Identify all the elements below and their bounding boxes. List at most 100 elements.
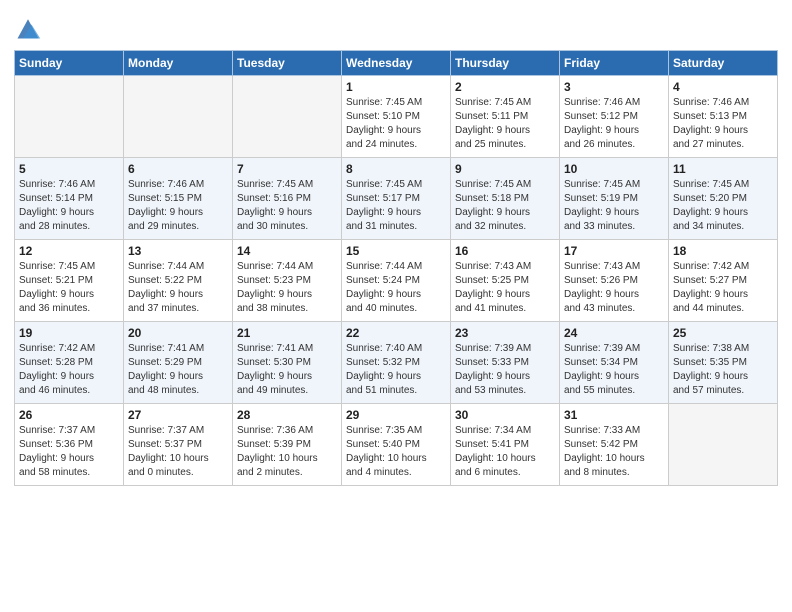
day-number: 9 <box>455 162 555 176</box>
day-info: Sunrise: 7:46 AM Sunset: 5:13 PM Dayligh… <box>673 96 773 152</box>
weekday-header-wednesday: Wednesday <box>342 51 451 76</box>
day-number: 6 <box>128 162 228 176</box>
calendar-cell: 6 Sunrise: 7:46 AM Sunset: 5:15 PM Daylig… <box>124 158 233 240</box>
calendar-cell: 30 Sunrise: 7:34 AM Sunset: 5:41 PM Dayli… <box>451 404 560 486</box>
day-number: 12 <box>19 244 119 258</box>
day-number: 16 <box>455 244 555 258</box>
day-info: Sunrise: 7:42 AM Sunset: 5:28 PM Dayligh… <box>19 342 119 398</box>
calendar-cell: 26Sunrise: 7:37 AM Sunset: 5:36 PM Dayli… <box>15 404 124 486</box>
day-info: Sunrise: 7:45 AM Sunset: 5:21 PM Dayligh… <box>19 260 119 316</box>
calendar-week-row: 19 Sunrise: 7:42 AM Sunset: 5:28 PM Dayli… <box>15 322 778 404</box>
day-info: Sunrise: 7:34 AM Sunset: 5:41 PM Dayligh… <box>455 424 555 480</box>
day-number: 30 <box>455 408 555 422</box>
day-info: Sunrise: 7:37 AM Sunset: 5:37 PM Dayligh… <box>128 424 228 480</box>
day-info: Sunrise: 7:39 AM Sunset: 5:33 PM Dayligh… <box>455 342 555 398</box>
day-info: Sunrise: 7:43 AM Sunset: 5:26 PM Dayligh… <box>564 260 664 316</box>
calendar-cell: 18 Sunrise: 7:42 AM Sunset: 5:27 PM Dayli… <box>669 240 778 322</box>
day-info: Sunrise: 7:45 AM Sunset: 5:10 PM Dayligh… <box>346 96 446 152</box>
calendar-table: SundayMondayTuesdayWednesdayThursdayFrid… <box>14 50 778 486</box>
day-number: 2 <box>455 80 555 94</box>
day-info: Sunrise: 7:45 AM Sunset: 5:20 PM Dayligh… <box>673 178 773 234</box>
day-info: Sunrise: 7:35 AM Sunset: 5:40 PM Dayligh… <box>346 424 446 480</box>
calendar-cell: 27 Sunrise: 7:37 AM Sunset: 5:37 PM Dayli… <box>124 404 233 486</box>
calendar-cell: 22Sunrise: 7:40 AM Sunset: 5:32 PM Dayli… <box>342 322 451 404</box>
logo-icon <box>14 14 42 42</box>
day-number: 13 <box>128 244 228 258</box>
day-number: 26 <box>19 408 119 422</box>
calendar-cell: 23 Sunrise: 7:39 AM Sunset: 5:33 PM Dayli… <box>451 322 560 404</box>
day-info: Sunrise: 7:38 AM Sunset: 5:35 PM Dayligh… <box>673 342 773 398</box>
calendar-cell: 15 Sunrise: 7:44 AM Sunset: 5:24 PM Dayli… <box>342 240 451 322</box>
calendar-week-row: 26Sunrise: 7:37 AM Sunset: 5:36 PM Dayli… <box>15 404 778 486</box>
day-info: Sunrise: 7:33 AM Sunset: 5:42 PM Dayligh… <box>564 424 664 480</box>
calendar-cell: 5 Sunrise: 7:46 AM Sunset: 5:14 PM Daylig… <box>15 158 124 240</box>
day-info: Sunrise: 7:39 AM Sunset: 5:34 PM Dayligh… <box>564 342 664 398</box>
day-number: 24 <box>564 326 664 340</box>
calendar-cell: 19 Sunrise: 7:42 AM Sunset: 5:28 PM Dayli… <box>15 322 124 404</box>
weekday-header-tuesday: Tuesday <box>233 51 342 76</box>
header <box>14 10 778 42</box>
calendar-cell: 1 Sunrise: 7:45 AM Sunset: 5:10 PM Daylig… <box>342 76 451 158</box>
day-number: 23 <box>455 326 555 340</box>
day-number: 31 <box>564 408 664 422</box>
day-number: 19 <box>19 326 119 340</box>
calendar-week-row: 12 Sunrise: 7:45 AM Sunset: 5:21 PM Dayli… <box>15 240 778 322</box>
day-number: 8 <box>346 162 446 176</box>
calendar-cell: 13 Sunrise: 7:44 AM Sunset: 5:22 PM Dayli… <box>124 240 233 322</box>
day-number: 5 <box>19 162 119 176</box>
calendar-cell <box>15 76 124 158</box>
logo <box>14 14 44 42</box>
weekday-header-friday: Friday <box>560 51 669 76</box>
day-number: 1 <box>346 80 446 94</box>
page: SundayMondayTuesdayWednesdayThursdayFrid… <box>0 0 792 612</box>
calendar-cell: 4Sunrise: 7:46 AM Sunset: 5:13 PM Daylig… <box>669 76 778 158</box>
day-number: 28 <box>237 408 337 422</box>
calendar-cell: 29Sunrise: 7:35 AM Sunset: 5:40 PM Dayli… <box>342 404 451 486</box>
calendar-cell: 11Sunrise: 7:45 AM Sunset: 5:20 PM Dayli… <box>669 158 778 240</box>
day-number: 27 <box>128 408 228 422</box>
day-info: Sunrise: 7:46 AM Sunset: 5:15 PM Dayligh… <box>128 178 228 234</box>
calendar-cell: 21 Sunrise: 7:41 AM Sunset: 5:30 PM Dayli… <box>233 322 342 404</box>
day-info: Sunrise: 7:45 AM Sunset: 5:18 PM Dayligh… <box>455 178 555 234</box>
day-number: 25 <box>673 326 773 340</box>
day-number: 20 <box>128 326 228 340</box>
day-info: Sunrise: 7:45 AM Sunset: 5:19 PM Dayligh… <box>564 178 664 234</box>
weekday-header-thursday: Thursday <box>451 51 560 76</box>
calendar-cell: 2 Sunrise: 7:45 AM Sunset: 5:11 PM Daylig… <box>451 76 560 158</box>
weekday-header-sunday: Sunday <box>15 51 124 76</box>
calendar-cell: 14 Sunrise: 7:44 AM Sunset: 5:23 PM Dayli… <box>233 240 342 322</box>
calendar-cell: 9 Sunrise: 7:45 AM Sunset: 5:18 PM Daylig… <box>451 158 560 240</box>
day-info: Sunrise: 7:40 AM Sunset: 5:32 PM Dayligh… <box>346 342 446 398</box>
day-info: Sunrise: 7:44 AM Sunset: 5:22 PM Dayligh… <box>128 260 228 316</box>
day-number: 3 <box>564 80 664 94</box>
day-info: Sunrise: 7:36 AM Sunset: 5:39 PM Dayligh… <box>237 424 337 480</box>
calendar-cell: 24 Sunrise: 7:39 AM Sunset: 5:34 PM Dayli… <box>560 322 669 404</box>
calendar-cell: 8Sunrise: 7:45 AM Sunset: 5:17 PM Daylig… <box>342 158 451 240</box>
calendar-cell: 16Sunrise: 7:43 AM Sunset: 5:25 PM Dayli… <box>451 240 560 322</box>
calendar-week-row: 1 Sunrise: 7:45 AM Sunset: 5:10 PM Daylig… <box>15 76 778 158</box>
day-info: Sunrise: 7:45 AM Sunset: 5:16 PM Dayligh… <box>237 178 337 234</box>
calendar-cell: 10Sunrise: 7:45 AM Sunset: 5:19 PM Dayli… <box>560 158 669 240</box>
calendar-cell: 12 Sunrise: 7:45 AM Sunset: 5:21 PM Dayli… <box>15 240 124 322</box>
calendar-cell: 25 Sunrise: 7:38 AM Sunset: 5:35 PM Dayli… <box>669 322 778 404</box>
day-number: 15 <box>346 244 446 258</box>
day-number: 21 <box>237 326 337 340</box>
calendar-cell <box>124 76 233 158</box>
day-number: 14 <box>237 244 337 258</box>
calendar-cell <box>669 404 778 486</box>
weekday-header-saturday: Saturday <box>669 51 778 76</box>
day-info: Sunrise: 7:44 AM Sunset: 5:24 PM Dayligh… <box>346 260 446 316</box>
day-info: Sunrise: 7:46 AM Sunset: 5:14 PM Dayligh… <box>19 178 119 234</box>
calendar-cell: 17 Sunrise: 7:43 AM Sunset: 5:26 PM Dayli… <box>560 240 669 322</box>
day-number: 17 <box>564 244 664 258</box>
day-number: 18 <box>673 244 773 258</box>
day-info: Sunrise: 7:44 AM Sunset: 5:23 PM Dayligh… <box>237 260 337 316</box>
weekday-header-monday: Monday <box>124 51 233 76</box>
calendar-week-row: 5 Sunrise: 7:46 AM Sunset: 5:14 PM Daylig… <box>15 158 778 240</box>
calendar-cell <box>233 76 342 158</box>
day-info: Sunrise: 7:45 AM Sunset: 5:11 PM Dayligh… <box>455 96 555 152</box>
day-info: Sunrise: 7:42 AM Sunset: 5:27 PM Dayligh… <box>673 260 773 316</box>
day-info: Sunrise: 7:41 AM Sunset: 5:29 PM Dayligh… <box>128 342 228 398</box>
calendar-cell: 31 Sunrise: 7:33 AM Sunset: 5:42 PM Dayli… <box>560 404 669 486</box>
day-info: Sunrise: 7:41 AM Sunset: 5:30 PM Dayligh… <box>237 342 337 398</box>
